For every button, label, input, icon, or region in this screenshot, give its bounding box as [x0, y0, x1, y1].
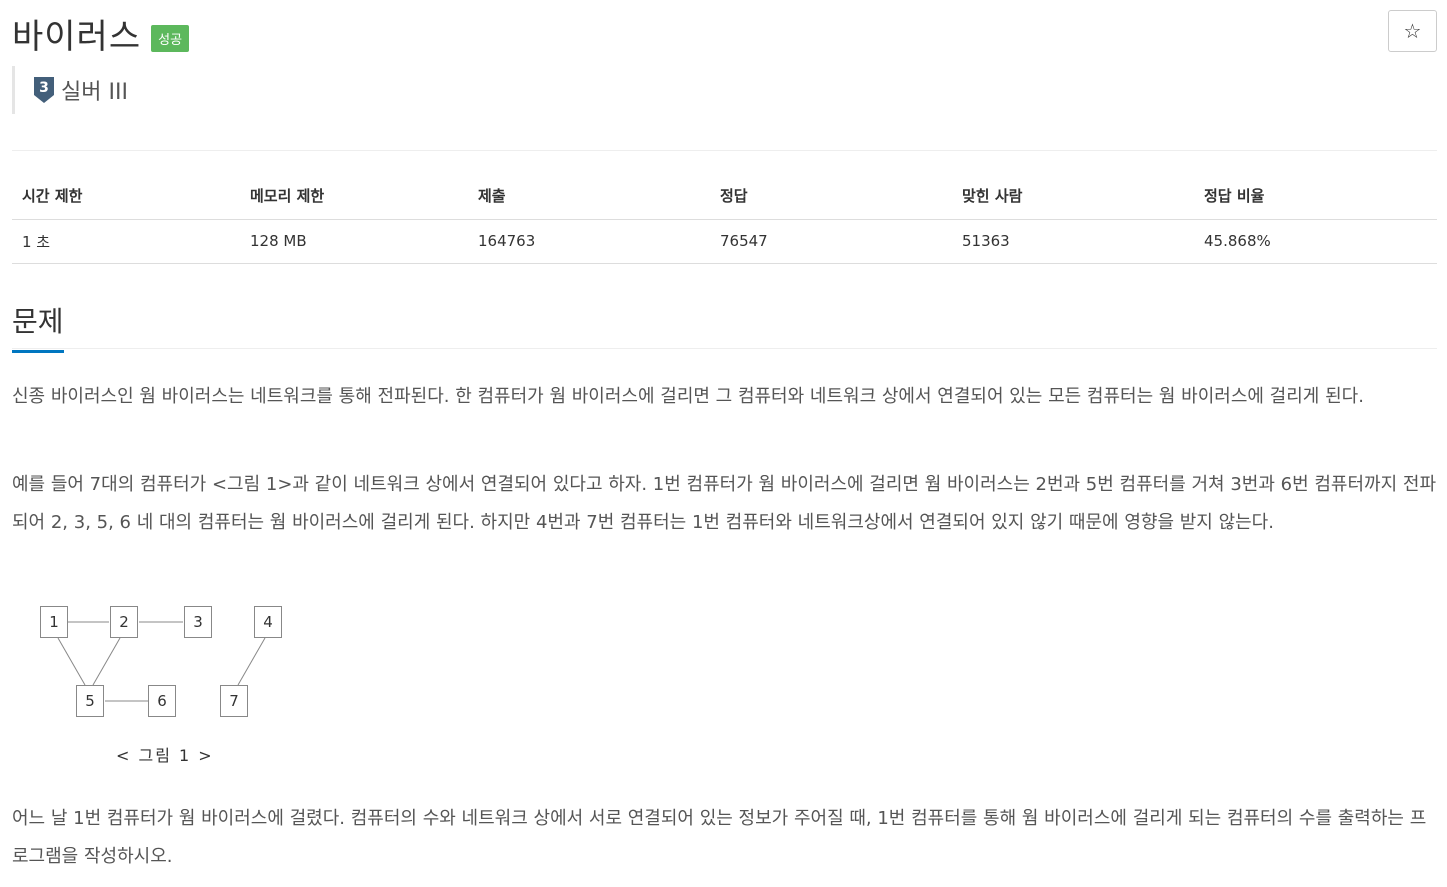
description-paragraph: 예를 들어 7대의 컴퓨터가 <그림 1>과 같이 네트워크 상에서 연결되어 …	[12, 474, 1437, 533]
stats-header: 제출	[468, 172, 710, 220]
tier-number: 3	[39, 80, 49, 96]
stats-value-row: 1 초 128 MB 164763 76547 51363 45.868%	[12, 219, 1437, 264]
stats-value: 76547	[710, 219, 952, 264]
description-paragraph: 어느 날 1번 컴퓨터가 웜 바이러스에 걸렸다. 컴퓨터의 수와 네트워크 상…	[12, 808, 1427, 867]
network-figure: 1 2 3 4 5 6 7 < 그림 1 >	[38, 600, 288, 780]
section-divider	[12, 348, 1437, 349]
stats-value: 164763	[468, 219, 710, 264]
problem-title: 바이러스	[12, 16, 142, 57]
tier-label: 실버 III	[61, 80, 128, 105]
computer-node: 5	[76, 685, 104, 717]
description-paragraph: 신종 바이러스인 웜 바이러스는 네트워크를 통해 전파된다. 한 컴퓨터가 웜…	[12, 386, 1364, 407]
computer-node: 4	[254, 606, 282, 638]
problem-title-row: 바이러스 성공	[12, 8, 190, 58]
stats-header: 시간 제한	[12, 172, 240, 220]
star-icon: ☆	[1403, 19, 1422, 43]
stats-header-row: 시간 제한 메모리 제한 제출 정답 맞힌 사람 정답 비율	[12, 172, 1437, 220]
stats-header: 맞힌 사람	[952, 172, 1194, 220]
tier-shield-icon: 3	[34, 77, 54, 103]
computer-node: 2	[110, 606, 138, 638]
divider	[12, 150, 1437, 151]
edge-1-5	[57, 637, 86, 686]
stats-header: 정답 비율	[1194, 172, 1437, 220]
figure-caption: < 그림 1 >	[116, 746, 214, 765]
problem-section-header: 문제	[12, 300, 64, 353]
stats-value: 1 초	[12, 219, 240, 264]
computer-node: 3	[184, 606, 212, 638]
computer-node: 7	[220, 685, 248, 717]
stats-table: 시간 제한 메모리 제한 제출 정답 맞힌 사람 정답 비율 1 초 128 M…	[12, 172, 1437, 264]
edge-4-7	[237, 637, 266, 686]
stats-header: 메모리 제한	[240, 172, 468, 220]
stats-header: 정답	[710, 172, 952, 220]
stats-value: 45.868%	[1194, 219, 1437, 264]
tier-block: 3 실버 III	[12, 66, 128, 114]
stats-value: 51363	[952, 219, 1194, 264]
section-title: 문제	[12, 300, 64, 353]
network-edges	[57, 621, 266, 702]
computer-node: 6	[148, 685, 176, 717]
favorite-button[interactable]: ☆	[1388, 10, 1437, 52]
stats-value: 128 MB	[240, 219, 468, 264]
status-badge: 성공	[151, 24, 190, 52]
edge-2-5	[92, 637, 121, 686]
computer-node: 1	[40, 606, 68, 638]
